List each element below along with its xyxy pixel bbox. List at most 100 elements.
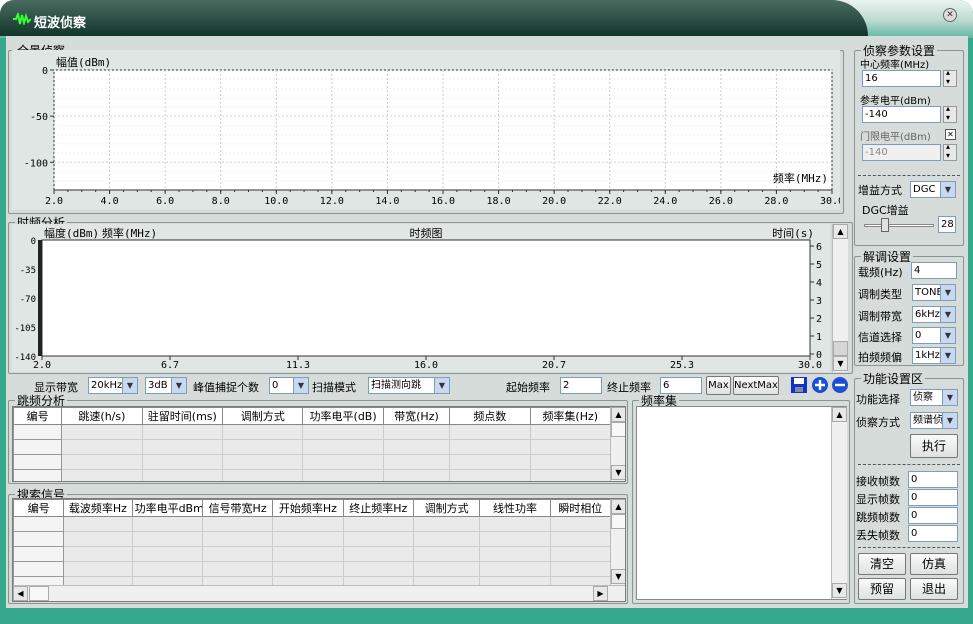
table-cell[interactable]	[342, 531, 414, 547]
table-cell[interactable]	[449, 439, 531, 455]
scroll-right-icon[interactable]: ▶	[593, 586, 608, 601]
table-cell[interactable]	[63, 546, 133, 562]
column-header[interactable]: 功率电平dBm	[131, 499, 203, 517]
table-cell[interactable]	[13, 454, 63, 470]
table-cell[interactable]	[222, 454, 304, 470]
table-cell[interactable]	[529, 454, 612, 470]
table-row[interactable]	[13, 531, 612, 547]
column-header[interactable]: 调制方式	[222, 407, 304, 425]
scroll-up-icon[interactable]: ▲	[611, 407, 625, 422]
column-header[interactable]: 编号	[13, 407, 63, 425]
mod-bw-select[interactable]: 6kHz ▼	[912, 306, 956, 323]
search-hscrollbar[interactable]: ◀ ▶	[13, 585, 625, 601]
scroll-thumb[interactable]	[611, 514, 625, 529]
table-cell[interactable]	[13, 561, 65, 577]
center-freq-input[interactable]: 16	[862, 70, 941, 87]
mod-type-select[interactable]: TONE ▼	[912, 284, 956, 301]
table-cell[interactable]	[61, 424, 143, 440]
table-cell[interactable]	[529, 424, 612, 440]
scroll-up-icon[interactable]: ▲	[833, 224, 848, 239]
table-cell[interactable]	[13, 439, 63, 455]
table-cell[interactable]	[342, 546, 414, 562]
column-header[interactable]: 频点数	[449, 407, 531, 425]
column-header[interactable]: 跳速(h/s)	[61, 407, 143, 425]
table-cell[interactable]	[61, 454, 143, 470]
scroll-down-icon[interactable]: ▼	[611, 569, 625, 584]
table-cell[interactable]	[479, 531, 551, 547]
table-cell[interactable]	[449, 424, 531, 440]
table-cell[interactable]	[449, 454, 531, 470]
column-header[interactable]: 信号带宽Hz	[201, 499, 274, 517]
table-cell[interactable]	[61, 469, 143, 481]
ref-level-input[interactable]: -140	[862, 106, 941, 123]
table-cell[interactable]	[131, 516, 203, 532]
table-cell[interactable]	[222, 439, 304, 455]
table-cell[interactable]	[13, 546, 65, 562]
table-cell[interactable]	[63, 531, 133, 547]
table-cell[interactable]	[141, 454, 224, 470]
table-cell[interactable]	[382, 424, 451, 440]
gain-mode-select[interactable]: DGC ▼	[910, 181, 956, 198]
table-cell[interactable]	[549, 516, 612, 532]
table-cell[interactable]	[302, 439, 384, 455]
column-header[interactable]: 载波频率Hz	[63, 499, 133, 517]
table-cell[interactable]	[272, 561, 344, 577]
table-cell[interactable]	[302, 424, 384, 440]
simulate-button[interactable]: 仿真	[910, 553, 958, 575]
scroll-up-icon[interactable]: ▲	[611, 499, 625, 514]
hop-table[interactable]: 编号 跳速(h/s) 驻留时间(ms) 调制方式 功率电平(dB) 带宽(Hz) 频点数 频率…	[12, 406, 626, 482]
table-cell[interactable]	[302, 469, 384, 481]
func-select[interactable]: 侦察 ▼	[910, 389, 958, 406]
execute-button[interactable]: 执行	[910, 434, 958, 458]
table-cell[interactable]	[131, 546, 203, 562]
table-cell[interactable]	[342, 516, 414, 532]
table-cell[interactable]	[201, 546, 274, 562]
threshold-spinner[interactable]	[943, 142, 957, 161]
scroll-up-icon[interactable]: ▲	[832, 407, 847, 422]
table-cell[interactable]	[382, 439, 451, 455]
table-cell[interactable]	[141, 439, 224, 455]
table-cell[interactable]	[549, 561, 612, 577]
table-cell[interactable]	[479, 561, 551, 577]
column-header[interactable]: 驻留时间(ms)	[141, 407, 224, 425]
table-cell[interactable]	[549, 531, 612, 547]
scroll-down-icon[interactable]: ▼	[832, 583, 847, 598]
table-cell[interactable]	[13, 531, 65, 547]
scroll-left-icon[interactable]: ◀	[13, 586, 28, 601]
threshold-input[interactable]: -140	[862, 144, 941, 161]
scroll-thumb[interactable]	[833, 341, 848, 356]
scroll-down-icon[interactable]: ▼	[833, 356, 848, 371]
column-header[interactable]: 频率集(Hz)	[529, 407, 612, 425]
table-cell[interactable]	[131, 561, 203, 577]
table-row[interactable]	[13, 439, 612, 455]
column-header[interactable]: 开始频率Hz	[272, 499, 344, 517]
table-cell[interactable]	[382, 454, 451, 470]
scroll-thumb[interactable]	[611, 422, 625, 437]
table-cell[interactable]	[412, 561, 481, 577]
column-header[interactable]: 编号	[13, 499, 65, 517]
table-cell[interactable]	[412, 546, 481, 562]
table-cell[interactable]	[63, 561, 133, 577]
table-cell[interactable]	[13, 424, 63, 440]
close-icon[interactable]: ✕	[943, 8, 957, 22]
table-row[interactable]	[13, 561, 612, 577]
threshold-checkbox[interactable]: ✕	[945, 129, 956, 140]
table-cell[interactable]	[13, 469, 63, 481]
table-cell[interactable]	[382, 469, 451, 481]
table-cell[interactable]	[449, 469, 531, 481]
table-cell[interactable]	[272, 516, 344, 532]
table-cell[interactable]	[272, 546, 344, 562]
table-cell[interactable]	[412, 531, 481, 547]
table-cell[interactable]	[201, 531, 274, 547]
hscroll-thumb[interactable]	[29, 586, 49, 601]
table-cell[interactable]	[13, 516, 65, 532]
freqset-list[interactable]: ▲ ▼	[636, 406, 847, 600]
table-cell[interactable]	[412, 516, 481, 532]
table-cell[interactable]	[549, 546, 612, 562]
column-header[interactable]: 终止频率Hz	[342, 499, 414, 517]
clear-button[interactable]: 清空	[858, 553, 906, 575]
table-row[interactable]	[13, 424, 612, 440]
freqset-scrollbar[interactable]: ▲ ▼	[831, 407, 847, 599]
carrier-input[interactable]: 4	[911, 262, 957, 279]
dgc-slider[interactable]	[864, 218, 934, 234]
